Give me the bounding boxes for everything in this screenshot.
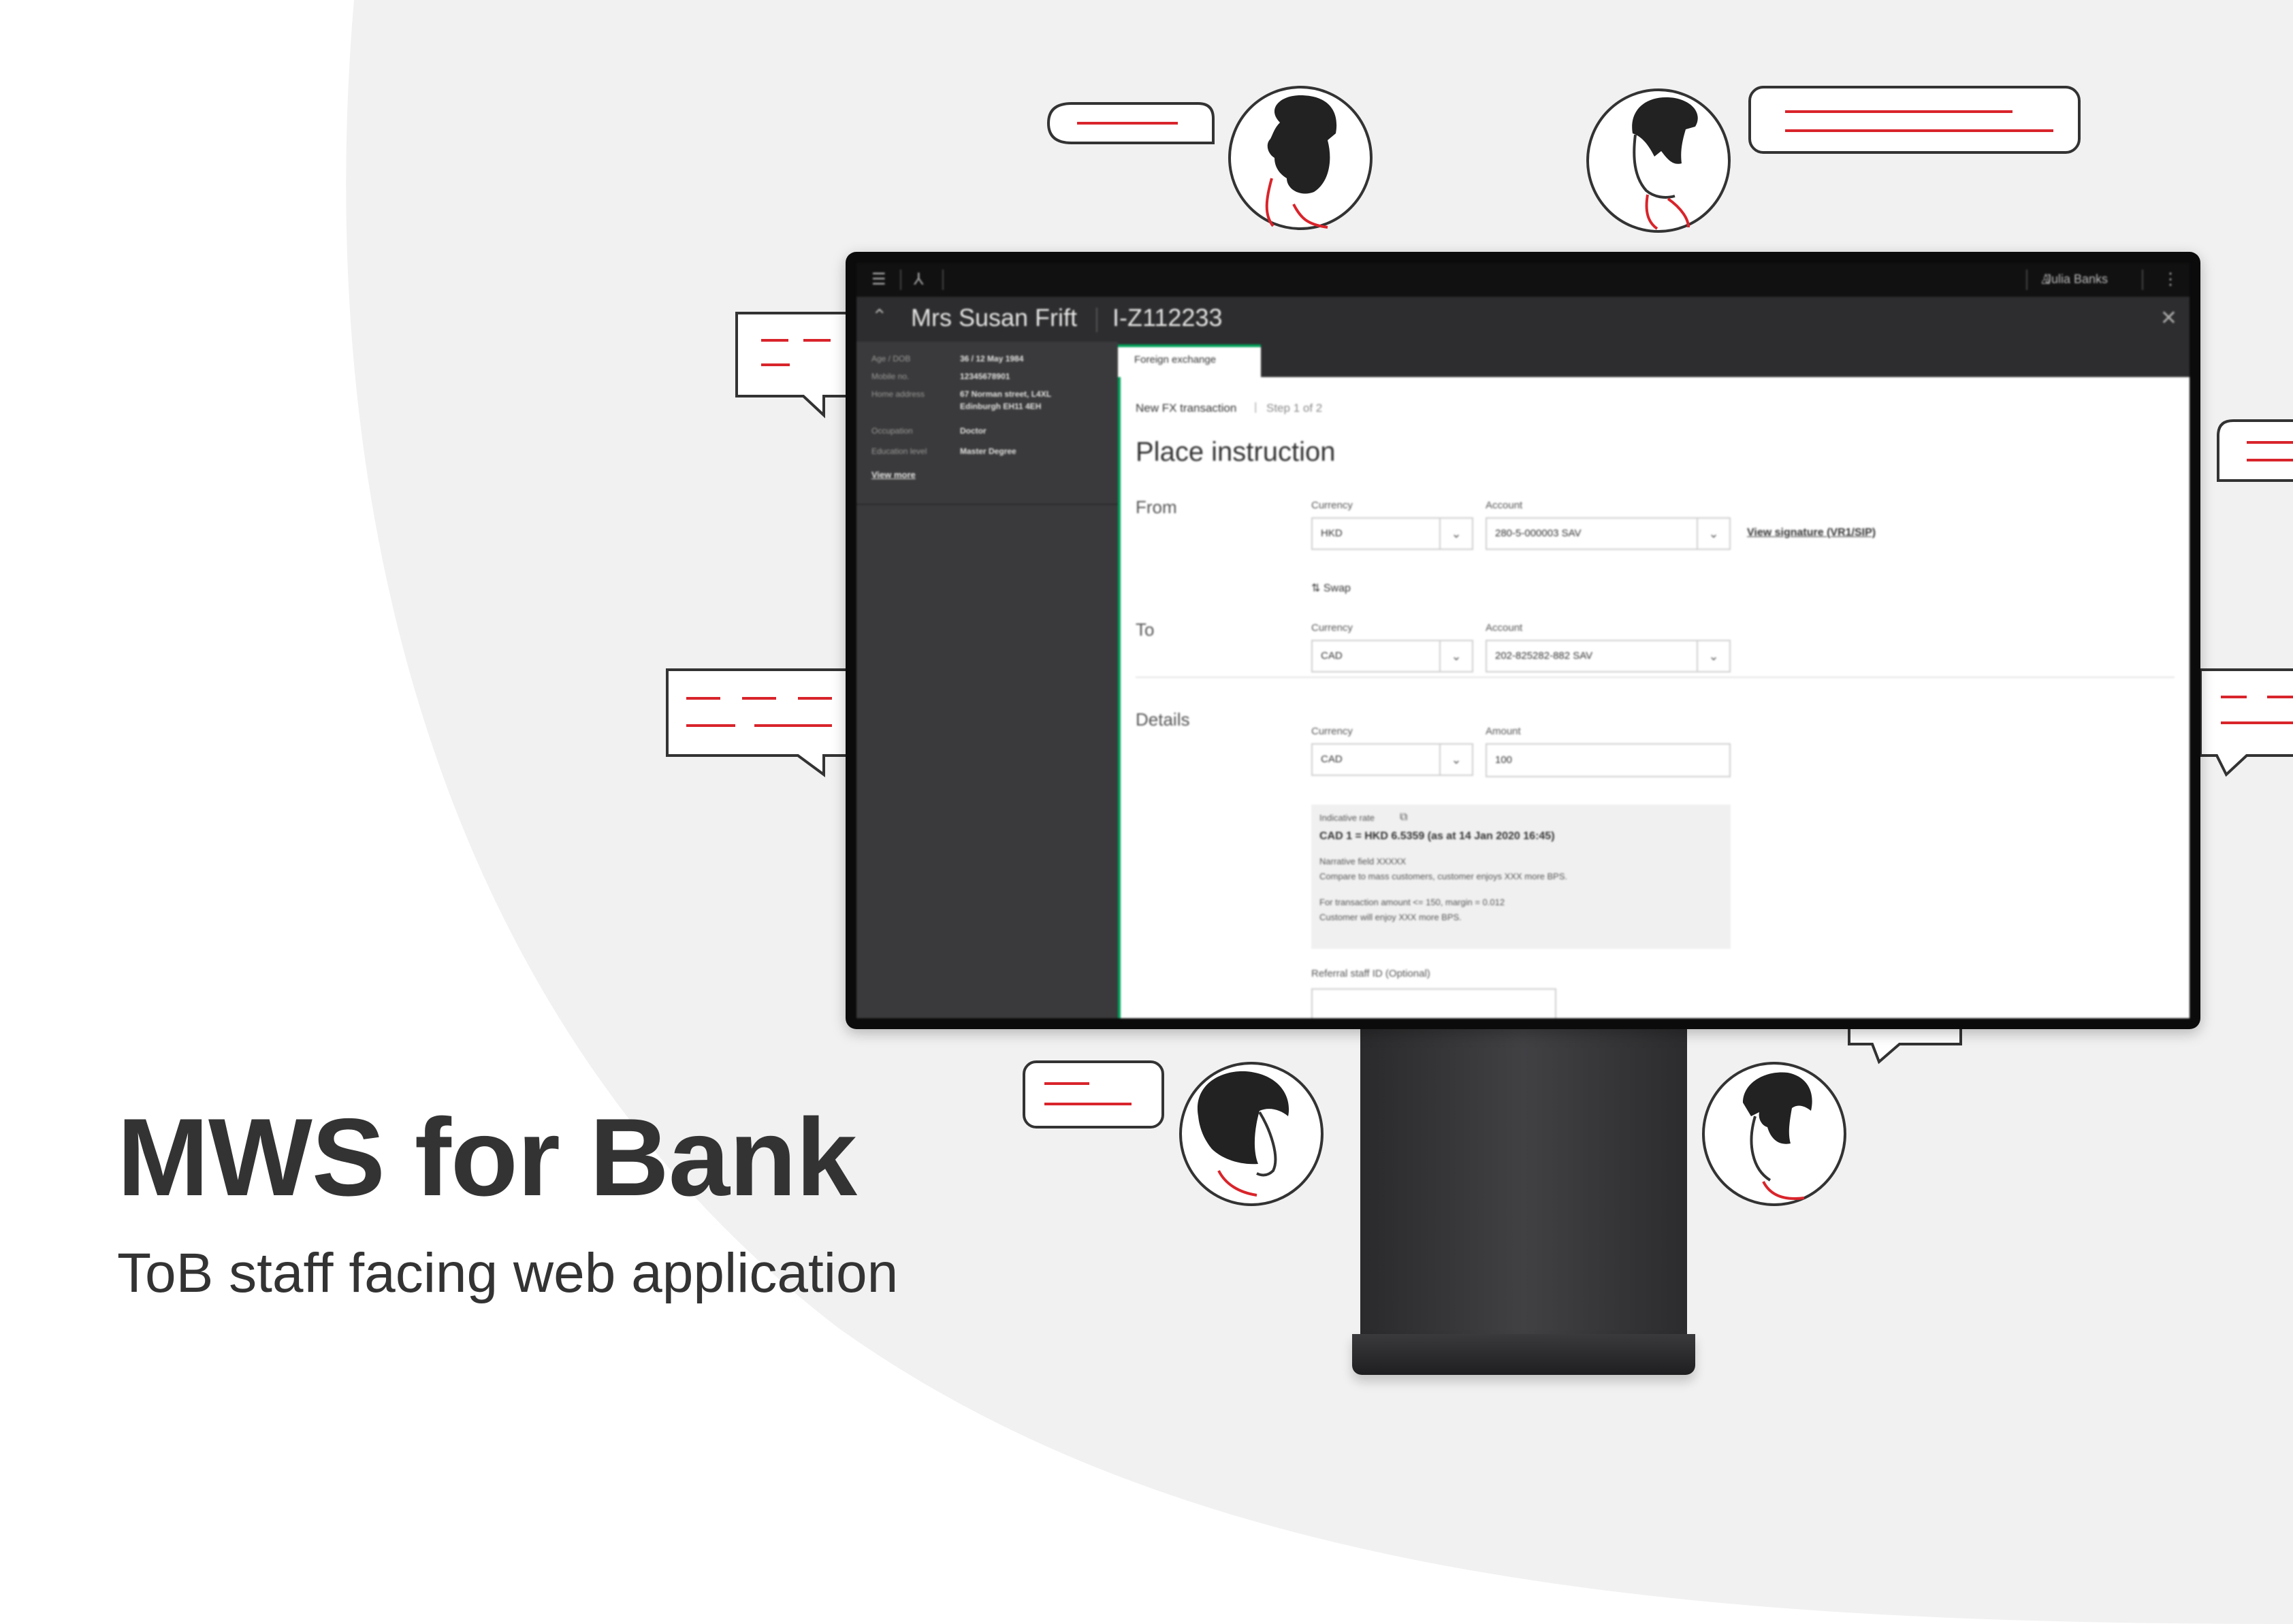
from-account-value: 280-5-000003 SAV xyxy=(1495,527,1582,539)
profile-value: 67 Norman street, L4XL xyxy=(960,389,1052,399)
breadcrumb-separator: | xyxy=(1254,400,1257,413)
section-divider xyxy=(1136,677,2175,678)
to-account-value: 202-825282-882 SAV xyxy=(1495,650,1593,662)
rate-label: Indicative rate xyxy=(1319,813,1375,823)
profile-label: Home address xyxy=(871,389,925,399)
profile-label: Occupation xyxy=(871,426,913,436)
main-content: New FX transaction | Step 1 of 2 Place i… xyxy=(1121,377,2190,1018)
hero-subtitle: ToB staff facing web application xyxy=(117,1242,899,1304)
app-topbar: ☰ ⅄ ♙ Julia Banks ⋮ xyxy=(856,263,2190,297)
app-screen: ☰ ⅄ ♙ Julia Banks ⋮ ⌃ Mrs Susan Frift I-… xyxy=(856,263,2190,1018)
view-more-link[interactable]: View more xyxy=(871,470,916,480)
chevron-down-icon: ⌄ xyxy=(1439,745,1472,775)
tab-foreign-exchange[interactable]: Foreign exchange xyxy=(1118,344,1261,377)
sidebar-divider xyxy=(856,504,1118,505)
close-icon[interactable]: ✕ xyxy=(2160,306,2177,330)
to-currency-value: CAD xyxy=(1321,650,1343,662)
chevron-down-icon: ⌄ xyxy=(1439,519,1472,549)
to-account-label: Account xyxy=(1486,622,1523,634)
profile-value: 12345678901 xyxy=(960,372,1010,381)
profile-value: Doctor xyxy=(960,426,987,436)
topbar-divider xyxy=(942,270,944,290)
customer-id: I-Z112233 xyxy=(1112,304,1223,331)
to-account-select[interactable]: 202-825282-882 SAV ⌄ xyxy=(1486,640,1731,672)
from-currency-label: Currency xyxy=(1311,500,1353,511)
user-name[interactable]: Julia Banks xyxy=(2045,272,2108,287)
details-currency-select[interactable]: CAD ⌄ xyxy=(1311,743,1473,776)
profile-label: Mobile no. xyxy=(871,372,910,381)
customer-name: Mrs Susan Frift xyxy=(911,304,1078,331)
monitor: ☰ ⅄ ♙ Julia Banks ⋮ ⌃ Mrs Susan Frift I-… xyxy=(846,252,2200,1029)
customer-bar: ⌃ Mrs Susan Frift I-Z112233 ✕ xyxy=(856,297,2190,342)
hierarchy-icon[interactable]: ⅄ xyxy=(914,271,924,289)
profile-value: Master Degree xyxy=(960,446,1016,456)
hamburger-icon[interactable]: ☰ xyxy=(871,271,886,289)
breadcrumb-step: Step 1 of 2 xyxy=(1266,402,1323,415)
profile-value: Edinburgh EH11 4EH xyxy=(960,402,1042,411)
to-currency-select[interactable]: CAD ⌄ xyxy=(1311,640,1473,672)
monitor-stand xyxy=(1360,1026,1687,1346)
amount-label: Amount xyxy=(1486,726,1521,737)
customer-divider xyxy=(1096,308,1097,332)
from-currency-select[interactable]: HKD ⌄ xyxy=(1311,517,1473,550)
from-currency-value: HKD xyxy=(1321,527,1343,539)
details-currency-value: CAD xyxy=(1321,753,1343,765)
to-currency-label: Currency xyxy=(1311,622,1353,634)
customer-profile-sidebar: Age / DOB 36 / 12 May 1984 Mobile no. 12… xyxy=(856,342,1118,1018)
breadcrumb-current[interactable]: New FX transaction xyxy=(1136,402,1236,415)
profile-value: 36 / 12 May 1984 xyxy=(960,354,1024,363)
rate-note: Compare to mass customers, customer enjo… xyxy=(1319,871,1568,881)
monitor-base xyxy=(1352,1334,1695,1375)
topbar-divider xyxy=(2142,270,2143,290)
indicative-rate-panel: Indicative rate ⧉ CAD 1 = HKD 6.5359 (as… xyxy=(1311,805,1731,949)
tab-strip: Foreign exchange xyxy=(1118,342,2190,377)
page-title: Place instruction xyxy=(1136,437,1336,467)
rate-value: CAD 1 = HKD 6.5359 (as at 14 Jan 2020 16… xyxy=(1319,830,1555,842)
rate-note: For transaction amount <= 150, margin = … xyxy=(1319,897,1505,907)
rate-note: Narrative field XXXXX xyxy=(1319,856,1407,866)
section-to-label: To xyxy=(1136,619,1155,640)
details-currency-label: Currency xyxy=(1311,726,1353,737)
hero-title: MWS for Bank xyxy=(117,1096,857,1219)
from-account-label: Account xyxy=(1486,500,1523,511)
swap-button[interactable]: ⇅ Swap xyxy=(1311,581,1351,595)
profile-label: Age / DOB xyxy=(871,354,911,363)
rate-note: Customer will enjoy XXX more BPS. xyxy=(1319,912,1462,922)
section-details-label: Details xyxy=(1136,709,1190,730)
referral-input[interactable] xyxy=(1311,988,1556,1018)
chevron-down-icon: ⌄ xyxy=(1439,641,1472,671)
chevron-down-icon: ⌄ xyxy=(1697,519,1729,549)
swap-arrows-icon: ⇅ xyxy=(1311,583,1321,594)
kebab-menu-icon[interactable]: ⋮ xyxy=(2162,271,2179,289)
amount-value: 100 xyxy=(1495,754,1513,766)
copy-icon[interactable]: ⧉ xyxy=(1400,811,1407,824)
referral-label: Referral staff ID (Optional) xyxy=(1311,968,1430,979)
chevron-up-icon[interactable]: ⌃ xyxy=(871,305,887,327)
chevron-down-icon: ⌄ xyxy=(1697,641,1729,671)
section-from-label: From xyxy=(1136,497,1177,517)
view-signature-link[interactable]: View signature (VR1/SIP) xyxy=(1747,527,1876,539)
topbar-divider xyxy=(900,270,901,290)
from-account-select[interactable]: 280-5-000003 SAV ⌄ xyxy=(1486,517,1731,550)
profile-label: Education level xyxy=(871,446,927,456)
topbar-divider xyxy=(2026,270,2027,290)
swap-label: Swap xyxy=(1323,583,1351,594)
amount-input[interactable]: 100 xyxy=(1486,743,1731,777)
